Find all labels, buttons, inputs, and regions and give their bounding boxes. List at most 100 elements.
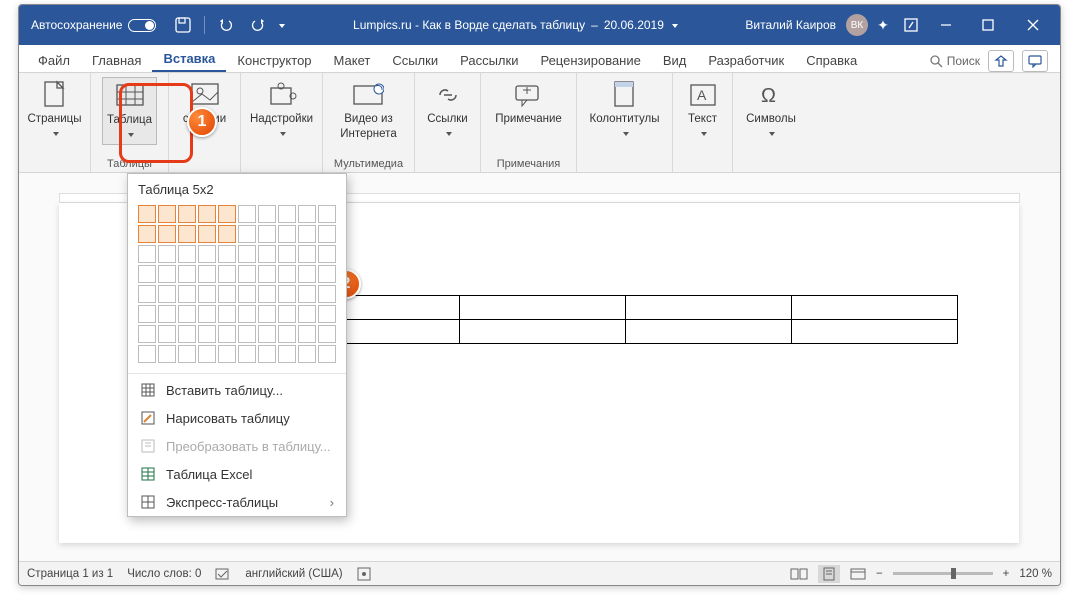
grid-cell[interactable] <box>298 345 316 363</box>
grid-cell[interactable] <box>218 265 236 283</box>
grid-cell[interactable] <box>318 285 336 303</box>
text-button[interactable]: A Текст <box>679 77 727 143</box>
grid-cell[interactable] <box>178 225 196 243</box>
grid-cell[interactable] <box>158 305 176 323</box>
undo-icon[interactable] <box>213 12 239 38</box>
avatar[interactable]: ВК <box>846 14 868 36</box>
tab-mailings[interactable]: Рассылки <box>449 49 529 72</box>
table-size-picker[interactable] <box>128 203 346 371</box>
grid-cell[interactable] <box>278 205 296 223</box>
grid-cell[interactable] <box>178 265 196 283</box>
grid-cell[interactable] <box>198 205 216 223</box>
grid-cell[interactable] <box>198 345 216 363</box>
grid-cell[interactable] <box>198 325 216 343</box>
zoom-out-button[interactable]: − <box>876 568 883 580</box>
grid-cell[interactable] <box>278 225 296 243</box>
grid-cell[interactable] <box>298 225 316 243</box>
share-button[interactable] <box>988 50 1014 72</box>
grid-cell[interactable] <box>238 345 256 363</box>
redo-icon[interactable] <box>245 12 271 38</box>
draw-table-item[interactable]: Нарисовать таблицу <box>128 404 346 432</box>
grid-cell[interactable] <box>258 345 276 363</box>
grid-cell[interactable] <box>258 265 276 283</box>
zoom-in-button[interactable]: + <box>1003 568 1010 580</box>
maximize-button[interactable] <box>968 10 1008 40</box>
grid-cell[interactable] <box>158 285 176 303</box>
print-layout-icon[interactable] <box>818 565 840 583</box>
grid-cell[interactable] <box>298 325 316 343</box>
grid-cell[interactable] <box>318 205 336 223</box>
grid-cell[interactable] <box>298 305 316 323</box>
grid-cell[interactable] <box>258 205 276 223</box>
grid-cell[interactable] <box>158 225 176 243</box>
tab-file[interactable]: Файл <box>27 49 81 72</box>
grid-cell[interactable] <box>258 305 276 323</box>
grid-cell[interactable] <box>138 245 156 263</box>
grid-cell[interactable] <box>198 225 216 243</box>
grid-cell[interactable] <box>298 265 316 283</box>
grid-cell[interactable] <box>178 345 196 363</box>
grid-cell[interactable] <box>318 305 336 323</box>
links-button[interactable]: Ссылки <box>423 77 472 143</box>
minimize-button[interactable] <box>926 10 966 40</box>
language-indicator[interactable]: английский (США) <box>245 568 342 580</box>
grid-cell[interactable] <box>138 285 156 303</box>
qat-more-icon[interactable] <box>277 18 285 32</box>
headerfooter-button[interactable]: Колонтитулы <box>586 77 664 143</box>
grid-cell[interactable] <box>138 325 156 343</box>
grid-cell[interactable] <box>218 345 236 363</box>
grid-cell[interactable] <box>218 225 236 243</box>
tab-view[interactable]: Вид <box>652 49 698 72</box>
tab-help[interactable]: Справка <box>795 49 868 72</box>
grid-cell[interactable] <box>238 205 256 223</box>
tab-references[interactable]: Ссылки <box>381 49 449 72</box>
grid-cell[interactable] <box>298 285 316 303</box>
grid-cell[interactable] <box>278 305 296 323</box>
grid-cell[interactable] <box>318 265 336 283</box>
grid-cell[interactable] <box>218 305 236 323</box>
title-dropdown-icon[interactable] <box>670 18 678 32</box>
ribbon-display-icon[interactable] <box>898 12 924 38</box>
grid-cell[interactable] <box>158 265 176 283</box>
grid-cell[interactable] <box>278 285 296 303</box>
close-button[interactable] <box>1010 10 1056 40</box>
read-mode-icon[interactable] <box>790 567 808 581</box>
zoom-level[interactable]: 120 % <box>1019 568 1052 580</box>
word-count[interactable]: Число слов: 0 <box>127 568 201 580</box>
zoom-slider[interactable] <box>893 572 993 575</box>
coming-soon-icon[interactable]: ✦ <box>870 12 896 38</box>
tab-design[interactable]: Конструктор <box>226 49 322 72</box>
grid-cell[interactable] <box>318 325 336 343</box>
grid-cell[interactable] <box>218 325 236 343</box>
excel-table-item[interactable]: Таблица Excel <box>128 460 346 488</box>
grid-cell[interactable] <box>178 245 196 263</box>
tab-layout[interactable]: Макет <box>323 49 382 72</box>
addins-button[interactable]: Надстройки <box>246 77 317 143</box>
grid-cell[interactable] <box>158 345 176 363</box>
grid-cell[interactable] <box>238 225 256 243</box>
comments-button[interactable] <box>1022 50 1048 72</box>
page-indicator[interactable]: Страница 1 из 1 <box>27 568 113 580</box>
grid-cell[interactable] <box>138 225 156 243</box>
grid-cell[interactable] <box>178 205 196 223</box>
grid-cell[interactable] <box>158 205 176 223</box>
grid-cell[interactable] <box>218 285 236 303</box>
grid-cell[interactable] <box>198 265 216 283</box>
grid-cell[interactable] <box>278 265 296 283</box>
grid-cell[interactable] <box>258 245 276 263</box>
grid-cell[interactable] <box>278 345 296 363</box>
grid-cell[interactable] <box>178 285 196 303</box>
tab-review[interactable]: Рецензирование <box>529 49 651 72</box>
insert-table-item[interactable]: Вставить таблицу... <box>128 376 346 404</box>
grid-cell[interactable] <box>198 305 216 323</box>
grid-cell[interactable] <box>238 245 256 263</box>
pages-button[interactable]: Страницы <box>24 77 86 143</box>
grid-cell[interactable] <box>138 345 156 363</box>
search-box[interactable]: Поиск <box>929 54 980 68</box>
tab-home[interactable]: Главная <box>81 49 152 72</box>
web-layout-icon[interactable] <box>850 567 866 581</box>
grid-cell[interactable] <box>138 265 156 283</box>
grid-cell[interactable] <box>158 325 176 343</box>
grid-cell[interactable] <box>178 325 196 343</box>
grid-cell[interactable] <box>258 285 276 303</box>
